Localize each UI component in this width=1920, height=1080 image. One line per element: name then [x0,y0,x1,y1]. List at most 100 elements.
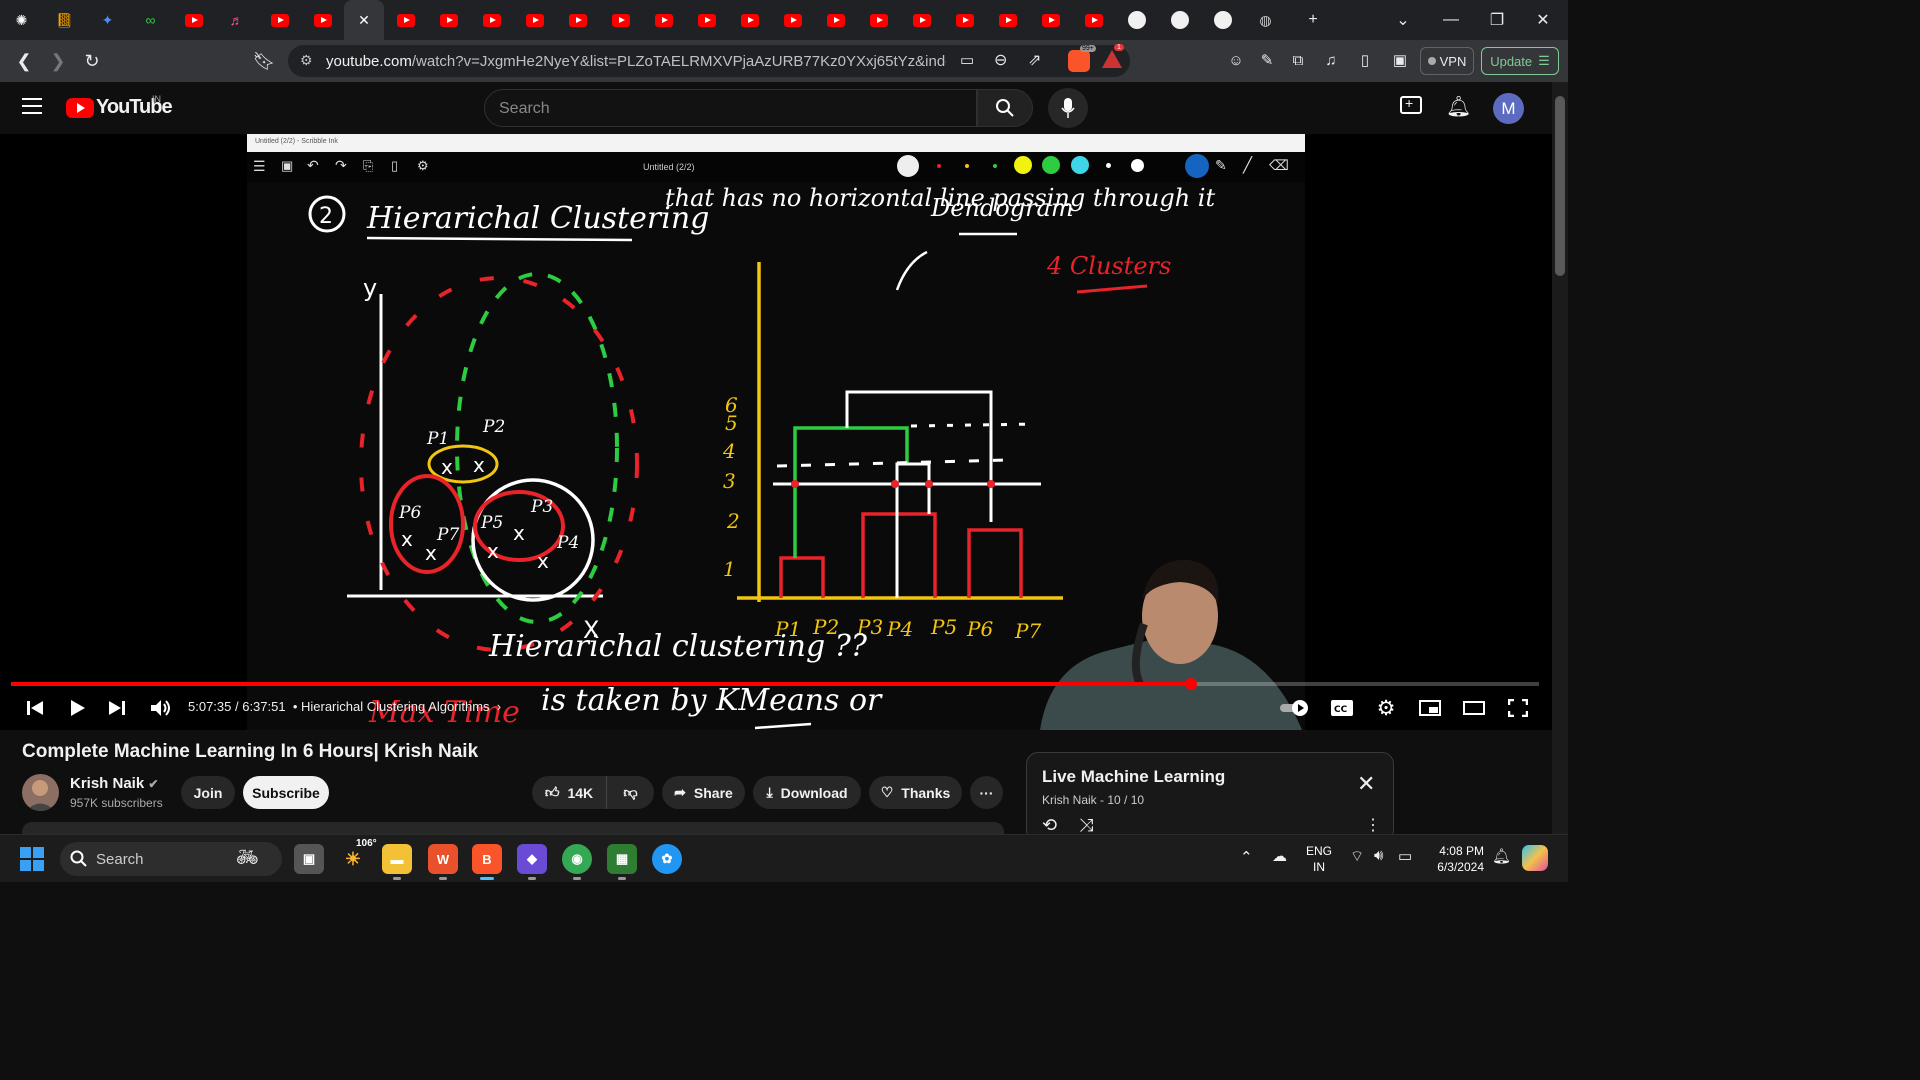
vpn-button[interactable]: VPN [1420,47,1474,75]
forward-button[interactable]: ❯ [46,49,70,73]
speaker-icon[interactable]: 🔊︎ [1374,847,1383,864]
previous-button[interactable] [22,694,48,722]
download-button[interactable]: ⤓ Download [753,776,861,809]
loop-playlist-icon[interactable]: ⟲ [1042,815,1057,836]
search-button[interactable] [977,89,1033,127]
description-box[interactable] [22,822,1004,834]
browser-tab[interactable] [599,0,642,40]
browser-tab[interactable]: ∞ [129,0,172,40]
browser-tab[interactable]: ◍ [1244,0,1287,40]
voice-search-button[interactable] [1048,88,1088,128]
close-window-button[interactable]: ✕ [1520,0,1566,40]
search-input[interactable]: Search [484,89,977,127]
browser-tab[interactable] [513,0,556,40]
address-bar[interactable]: ⚙ youtube.com/watch?v=JxgmHe2NyeY&list=P… [288,44,1130,77]
reload-button[interactable]: ↻ [80,49,104,73]
file-explorer-icon[interactable]: ▬ [382,844,412,880]
dislike-button[interactable]: 👎︎ [606,776,654,809]
share-page-icon[interactable]: ⇗ [1028,50,1041,70]
update-button[interactable]: Update ☰ [1481,47,1559,75]
extensions-puzzle-icon[interactable]: ⧉ [1288,51,1308,71]
video-player[interactable]: Untitled (2/2) - Scribble Ink ☰ ▣ ↶ ↷ ⎘ … [0,134,1552,730]
wallet-icon[interactable]: ▣ [1390,51,1410,71]
browser-tab[interactable] [900,0,943,40]
shuffle-playlist-icon[interactable]: ⤨ [1079,815,1093,836]
tab-search-chevron-icon[interactable]: ⌄ [1380,0,1426,40]
task-view-icon[interactable]: ▣ [294,844,324,874]
wifi-icon[interactable]: ⌔ [1350,847,1364,866]
browser-tab[interactable] [301,0,344,40]
browser-tab[interactable]: ✺ [0,0,43,40]
chrome-icon[interactable]: ◉ [562,844,592,880]
autoplay-toggle[interactable] [1280,694,1310,722]
progress-scrubber-handle[interactable] [1184,678,1197,690]
chapter-title[interactable]: • Hierarichal Clustering Algorithms [293,699,490,714]
weather-icon[interactable]: ☀ 106° [338,838,377,874]
sidebar-icon[interactable]: ▯ [1355,51,1375,71]
channel-avatar[interactable] [22,774,59,811]
browser-tab[interactable] [470,0,513,40]
chapter-chevron-icon[interactable]: › [497,699,501,714]
sheets-app-icon[interactable]: ▦ [607,844,637,880]
windows-start-icon[interactable] [20,847,44,876]
subscribe-button[interactable]: Subscribe [243,776,329,809]
media-music-icon[interactable]: ♫ [1321,51,1341,71]
obsidian-icon[interactable]: ◆ [517,844,547,880]
wps-office-icon[interactable]: W [428,844,458,880]
bookmark-icon[interactable]: 🔖︎ [252,49,276,73]
brave-shields-icon[interactable]: 99+ [1068,45,1096,72]
paint-app-icon[interactable]: ✿ [652,844,682,874]
language-indicator[interactable]: ENG IN [1306,843,1332,875]
join-button[interactable]: Join [181,776,235,809]
browser-tab[interactable] [1201,0,1244,40]
browser-tab[interactable] [172,0,215,40]
hamburger-menu-icon[interactable] [22,98,42,114]
playlist-title[interactable]: Live Machine Learning [1042,767,1225,787]
browser-tab[interactable]: ✕ [344,0,384,40]
channel-name[interactable]: Krish Naik ✔ [70,775,158,792]
url-text[interactable]: youtube.com/watch?v=JxgmHe2NyeY&list=PLZ… [326,53,946,70]
browser-tab[interactable] [1029,0,1072,40]
onedrive-icon[interactable]: ☁ [1272,847,1287,865]
playlist-more-icon[interactable]: ⋮ [1365,815,1381,835]
back-button[interactable]: ❮ [12,49,36,73]
browser-tab[interactable] [1158,0,1201,40]
browser-tab[interactable]: ✦ [86,0,129,40]
extension-avatar-icon[interactable]: ☺ [1226,51,1246,71]
browser-tab[interactable] [685,0,728,40]
battery-icon[interactable]: ▭ [1398,847,1412,865]
mute-button[interactable] [148,694,174,722]
share-button[interactable]: ➦ Share [662,776,745,809]
theater-mode-button[interactable] [1462,694,1486,722]
like-button[interactable]: 👍︎ 14K [532,776,606,809]
next-button[interactable] [104,694,130,722]
tray-overflow-chevron-icon[interactable]: ⌃ [1240,848,1253,866]
brave-browser-icon[interactable]: B [472,844,502,880]
browser-tab[interactable] [258,0,301,40]
brave-rewards-icon[interactable]: 1 [1102,44,1124,68]
notifications-bell-icon[interactable]: 🔔︎ [1446,94,1471,119]
browser-tab[interactable] [427,0,470,40]
browser-tab[interactable] [857,0,900,40]
zoom-icon[interactable]: ⊖ [994,50,1007,70]
progress-bar[interactable] [11,678,1539,690]
browser-tab[interactable] [986,0,1029,40]
browser-tab[interactable] [384,0,427,40]
playlist-close-icon[interactable]: ✕ [1357,771,1375,797]
more-actions-button[interactable]: ··· [970,776,1003,809]
extension-pen-icon[interactable]: ✎ [1257,51,1277,71]
restore-button[interactable]: ❐ [1474,0,1520,40]
page-scrollbar-thumb[interactable] [1555,96,1565,276]
thanks-button[interactable]: ♡ Thanks [869,776,962,809]
copilot-icon[interactable] [1522,845,1548,871]
youtube-logo-icon[interactable] [66,98,94,118]
site-settings-icon[interactable]: ⚙ [300,52,313,69]
cast-icon[interactable]: ▭ [960,51,974,69]
create-video-icon[interactable]: + [1400,95,1422,114]
account-avatar[interactable]: M [1493,93,1524,124]
browser-tab[interactable] [728,0,771,40]
browser-tab[interactable] [943,0,986,40]
browser-tab[interactable] [1072,0,1115,40]
play-button[interactable] [64,694,90,722]
notification-bell-icon[interactable]: 🔔︎ [1492,847,1511,865]
